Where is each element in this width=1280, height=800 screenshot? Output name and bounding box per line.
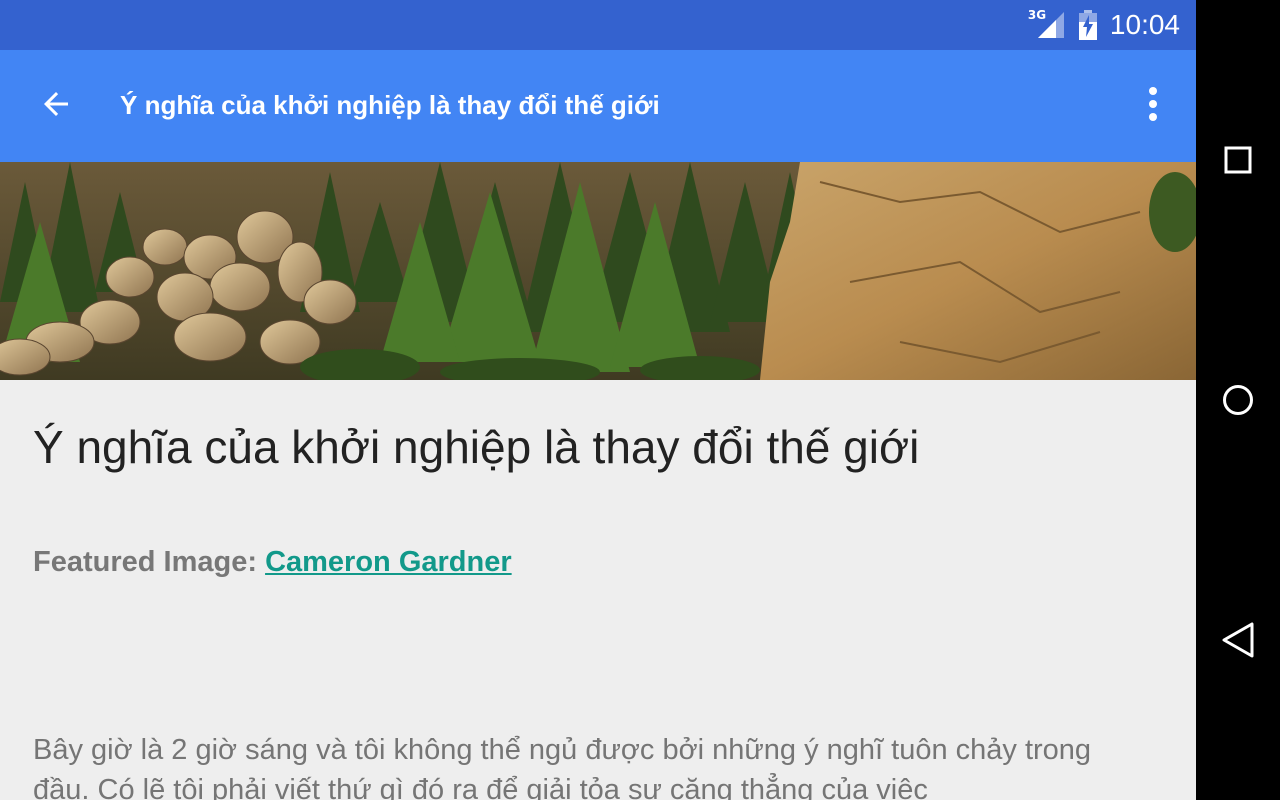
app-toolbar: Ý nghĩa của khởi nghiệp là thay đổi thế …: [0, 50, 1196, 162]
featured-image-credit: Featured Image: Cameron Gardner: [33, 546, 512, 579]
arrow-back-icon: [44, 92, 68, 116]
more-vert-dot: [1149, 113, 1157, 121]
nav-back-button[interactable]: [1208, 610, 1268, 670]
more-vert-dot: [1149, 100, 1157, 108]
more-vert-icon: [1149, 87, 1157, 95]
app-screen: 3G 10:04 Ý nghĩa của khởi nghiệp là thay…: [0, 0, 1196, 800]
featured-image-label: Featured Image:: [33, 546, 257, 578]
home-button[interactable]: [1208, 370, 1268, 430]
system-navigation-bar: [1196, 0, 1280, 800]
circle-home-icon: [1223, 385, 1253, 415]
author-link[interactable]: Cameron Gardner: [265, 546, 512, 578]
status-bar: 3G 10:04: [0, 0, 1196, 50]
cell-signal-icon: 3G: [1028, 8, 1066, 40]
featured-image: [0, 162, 1196, 380]
article-body: Bây giờ là 2 giờ sáng và tôi không thể n…: [33, 734, 1092, 800]
toolbar-title: Ý nghĩa của khởi nghiệp là thay đổi thế …: [120, 90, 660, 120]
article-title: Ý nghĩa của khởi nghiệp là thay đổi thế …: [33, 421, 920, 473]
network-type-label: 3G: [1027, 8, 1047, 22]
clock: 10:04: [1109, 9, 1180, 40]
overflow-menu-button[interactable]: [1128, 76, 1178, 132]
triangle-back-icon: [1222, 622, 1254, 658]
back-button[interactable]: [30, 78, 82, 130]
square-recents-icon: [1224, 146, 1252, 174]
battery-charging-icon: [1078, 10, 1098, 40]
recents-button[interactable]: [1208, 130, 1268, 190]
